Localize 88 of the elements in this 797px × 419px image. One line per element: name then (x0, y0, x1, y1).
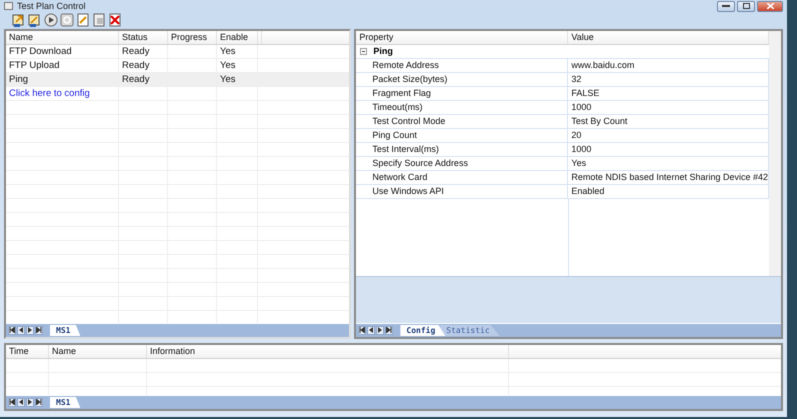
import-icon (12, 13, 26, 27)
window-title: Test Plan Control (17, 0, 86, 12)
last-icon (36, 327, 42, 333)
property-value[interactable]: 32 (568, 73, 769, 86)
property-value[interactable]: Remote NDIS based Internet Sharing Device #42 (568, 171, 769, 184)
table-cell: Ready (119, 59, 168, 72)
property-value[interactable]: 1000 (568, 143, 769, 156)
column-header[interactable]: Name (49, 345, 147, 358)
last-icon (36, 399, 42, 405)
play-icon (44, 13, 58, 27)
last-button[interactable] (35, 326, 43, 334)
first-button[interactable] (8, 326, 16, 334)
next-icon (377, 327, 384, 333)
property-value[interactable]: Test By Count (568, 115, 769, 128)
property-name: Test Interval(ms) (356, 143, 568, 156)
previous-icon (18, 327, 24, 333)
last-button[interactable] (35, 398, 43, 406)
property-value[interactable]: 1000 (568, 101, 769, 114)
property-name: Timeout(ms) (356, 101, 568, 114)
previous-button[interactable] (17, 398, 25, 406)
maximize-icon (742, 3, 750, 9)
stop-icon (60, 13, 74, 27)
first-icon (9, 399, 15, 405)
table-cell: Yes (217, 73, 258, 86)
minimize-icon (722, 4, 730, 8)
property-name: Ping Count (356, 129, 568, 142)
table-cell: Ready (119, 73, 168, 86)
delete-button[interactable] (108, 13, 122, 27)
property-name: Test Control Mode (356, 115, 568, 128)
group-label: Ping (373, 45, 393, 58)
next-button[interactable] (26, 326, 34, 334)
previous-button[interactable] (17, 326, 25, 334)
first-icon (9, 327, 15, 333)
next-icon (27, 327, 33, 333)
column-header[interactable]: Progress (168, 31, 217, 44)
property-name: Specify Source Address (356, 157, 568, 170)
collapse-toggle-icon[interactable] (360, 48, 368, 55)
app-icon (4, 2, 13, 10)
property-value[interactable]: FALSE (568, 87, 769, 100)
column-header[interactable]: Property (356, 31, 568, 44)
column-header[interactable]: Time (6, 345, 49, 358)
close-icon (766, 3, 774, 9)
group-row[interactable]: Ping (356, 45, 769, 59)
property-name: Fragment Flag (356, 87, 568, 100)
property-name: Remote Address (356, 59, 568, 72)
table-cell: FTP Upload (6, 59, 119, 72)
sheet-tab[interactable]: MS1 (50, 397, 80, 408)
property-value[interactable]: www.baidu.com (568, 59, 769, 72)
previous-icon (18, 399, 24, 405)
table-cell: Yes (217, 59, 258, 72)
close-button[interactable] (757, 0, 783, 12)
table-cell: Ping (6, 73, 119, 86)
first-icon (359, 327, 366, 333)
import-button[interactable] (12, 13, 26, 27)
previous-icon (368, 327, 374, 333)
property-value[interactable]: Enabled (568, 185, 769, 198)
next-button[interactable] (26, 398, 34, 406)
column-header[interactable]: Name (6, 31, 119, 44)
maximize-button[interactable] (737, 0, 755, 12)
document-copy-button[interactable] (92, 13, 106, 27)
column-header[interactable]: Value (568, 31, 769, 44)
sheet-tab[interactable]: Config (400, 325, 446, 336)
document-copy-icon (92, 13, 106, 27)
next-icon (27, 399, 33, 405)
column-header[interactable]: Enable (217, 31, 258, 44)
delete-icon (108, 13, 122, 27)
first-button[interactable] (8, 398, 16, 406)
table-cell: Ready (119, 45, 168, 58)
sheet-tab[interactable]: MS1 (50, 325, 80, 336)
sheet-tab[interactable]: Statistic (440, 325, 500, 336)
property-value[interactable]: 20 (568, 129, 769, 142)
table-row[interactable]: Ping Ready Yes (6, 73, 350, 87)
column-header[interactable]: Information (147, 345, 509, 358)
table-cell: Yes (217, 45, 258, 58)
table-cell: FTP Download (6, 45, 119, 58)
property-name: Network Card (356, 171, 568, 184)
minimize-button[interactable] (717, 0, 735, 12)
first-button[interactable] (358, 326, 366, 334)
play-button[interactable] (44, 13, 58, 27)
column-header[interactable]: Status (119, 31, 168, 44)
property-value[interactable]: Yes (568, 157, 769, 170)
last-button[interactable] (385, 326, 394, 334)
stop-button[interactable] (60, 13, 74, 27)
property-name: Use Windows API (356, 185, 568, 198)
config-link[interactable]: Click here to config (6, 88, 90, 99)
property-name: Packet Size(bytes) (356, 73, 568, 86)
table-row[interactable]: FTP Download Ready Yes (6, 45, 350, 59)
last-icon (386, 327, 392, 333)
